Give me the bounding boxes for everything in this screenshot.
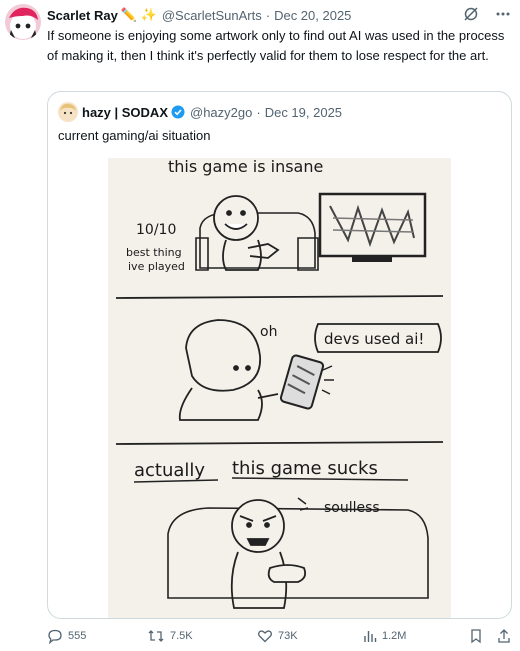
panel1-caption: this game is insane bbox=[168, 158, 323, 176]
quoted-tweet-date[interactable]: Dec 19, 2025 bbox=[265, 105, 342, 120]
bookmark-button[interactable] bbox=[469, 628, 483, 644]
panel2-bubble-text: devs used ai! bbox=[324, 330, 424, 348]
author-avatar[interactable] bbox=[5, 4, 41, 40]
panel3-caption-b: this game sucks bbox=[232, 458, 378, 479]
reply-count: 555 bbox=[68, 630, 87, 642]
quoted-separator-dot: · bbox=[256, 104, 261, 120]
panel1-note-line2: ive played bbox=[128, 260, 185, 273]
repost-count: 7.5K bbox=[170, 630, 193, 642]
tweet-date[interactable]: Dec 20, 2025 bbox=[274, 8, 351, 23]
views-button[interactable]: 1.2M bbox=[363, 628, 406, 644]
panel1-score: 10/10 bbox=[136, 222, 176, 238]
like-count: 73K bbox=[278, 630, 298, 642]
reply-icon bbox=[47, 628, 63, 644]
bookmark-icon bbox=[469, 628, 483, 644]
grok-icon[interactable] bbox=[462, 5, 480, 23]
quoted-tweet[interactable]: hazy | SODAX @hazy2go · Dec 19, 2025 cur… bbox=[47, 91, 512, 619]
panel3-caption-a: actually bbox=[134, 460, 205, 481]
repost-button[interactable]: 7.5K bbox=[147, 628, 193, 644]
quoted-author-avatar[interactable] bbox=[58, 102, 78, 122]
author-emojis: ✏️ ✨ bbox=[120, 7, 157, 22]
panel3-note: soulless bbox=[324, 500, 380, 516]
tv-drawing bbox=[318, 192, 427, 262]
tweet-header: Scarlet Ray ✏️ ✨ @ScarletSunArts · Dec 2… bbox=[47, 7, 351, 23]
share-icon bbox=[497, 628, 511, 644]
like-button[interactable]: 73K bbox=[257, 628, 298, 644]
tweet-top-actions bbox=[462, 5, 512, 23]
tweet[interactable]: Scarlet Ray ✏️ ✨ @ScarletSunArts · Dec 2… bbox=[0, 0, 520, 651]
quoted-tweet-header: hazy | SODAX @hazy2go · Dec 19, 2025 bbox=[58, 102, 342, 122]
author-name[interactable]: Scarlet Ray bbox=[47, 8, 118, 23]
panel2-reaction: oh bbox=[260, 324, 277, 340]
reply-button[interactable]: 555 bbox=[47, 628, 86, 644]
comic-drawing: this game is insane 10/10 best thing ive… bbox=[108, 157, 451, 618]
author-handle[interactable]: @ScarletSunArts bbox=[162, 8, 262, 23]
action-bar: 555 7.5K 73K 1.2M bbox=[47, 628, 512, 648]
like-icon bbox=[257, 628, 273, 644]
verified-icon bbox=[171, 105, 185, 119]
panel1-note-line1: best thing bbox=[126, 246, 182, 259]
tweet-text: If someone is enjoying some artwork only… bbox=[47, 28, 505, 63]
quoted-author-name[interactable]: hazy | SODAX bbox=[82, 105, 168, 120]
views-icon bbox=[363, 628, 377, 644]
views-count: 1.2M bbox=[382, 630, 407, 642]
quoted-author-handle[interactable]: @hazy2go bbox=[190, 105, 252, 120]
share-button[interactable] bbox=[497, 628, 511, 644]
comic-image[interactable]: this game is insane 10/10 best thing ive… bbox=[108, 157, 451, 618]
separator-dot: · bbox=[265, 7, 271, 23]
repost-icon bbox=[147, 628, 165, 644]
more-icon[interactable] bbox=[494, 5, 512, 23]
quoted-tweet-text: current gaming/ai situation bbox=[58, 128, 211, 143]
